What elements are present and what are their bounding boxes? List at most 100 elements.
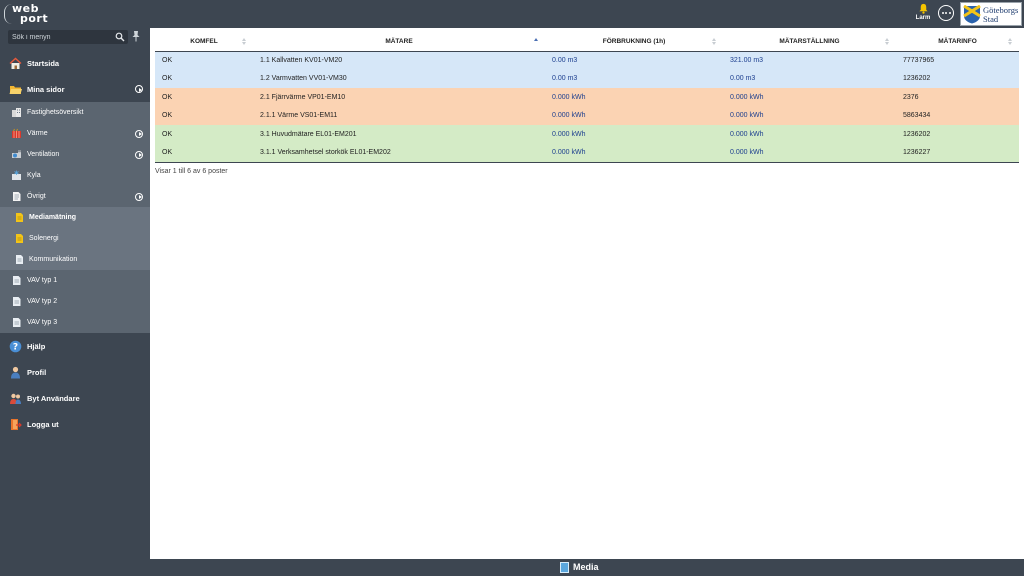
webport-logo[interactable]: web port [4, 2, 50, 26]
column-header-komfel[interactable]: KOMFEL [155, 33, 253, 52]
table-row[interactable]: OK 3.1.1 Verksamhetsel storkök EL01-EM20… [155, 143, 1019, 163]
cell-komfel: OK [162, 93, 173, 101]
cell-komfel: OK [155, 143, 253, 163]
page-icon [13, 297, 21, 306]
sidebar-item-label: Kyla [27, 172, 41, 179]
sidebar-item-label: Logga ut [27, 419, 59, 429]
table-row[interactable]: OK 1.1 Kallvatten KV01-VM20 0.00 m3 321.… [155, 51, 1019, 70]
sidebar: Startsida Mina sidor Fastighetsöversikt [0, 28, 150, 576]
column-header-matarinfo[interactable]: MÄTARINFO [896, 33, 1019, 52]
cell-matarinfo: 5863434 [903, 112, 931, 120]
sidebar-item-byt-anvandare[interactable]: Byt Användare [0, 385, 150, 411]
column-header-matarstallning[interactable]: MÄTARSTÄLLNING [723, 33, 896, 52]
page-title: Media [573, 562, 599, 572]
menu-search [8, 30, 128, 44]
organization-logo: Göteborgs Stad [960, 2, 1022, 26]
sidebar-item-hjalp[interactable]: ? Hjälp [0, 333, 150, 359]
sidebar-item-varme[interactable]: Värme [0, 123, 150, 144]
user-icon [11, 366, 20, 378]
cell-forbrukning: 0.000 kWh [545, 143, 723, 163]
cell-matarstallning: 0.000 kWh [730, 130, 764, 138]
expand-arrow-icon[interactable] [135, 85, 143, 93]
sidebar-item-mina-sidor[interactable]: Mina sidor [0, 76, 150, 102]
sort-icon[interactable] [712, 38, 717, 46]
ventilation-icon [12, 150, 21, 158]
sidebar-item-startsida[interactable]: Startsida [0, 50, 150, 76]
search-icon[interactable] [115, 32, 125, 42]
sidebar-item-vav-typ-3[interactable]: VAV typ 3 [0, 312, 150, 333]
sort-icon[interactable] [885, 38, 890, 46]
sidebar-item-profil[interactable]: Profil [0, 359, 150, 385]
sidebar-item-ovrigt[interactable]: Övrigt [0, 186, 150, 207]
table-row[interactable]: OK 1.2 Varmvatten VV01-VM30 0.00 m3 0.00… [155, 69, 1019, 88]
column-header-matare[interactable]: MÄTARE [253, 33, 545, 52]
sidebar-item-logga-ut[interactable]: Logga ut [0, 411, 150, 437]
media-table: KOMFEL MÄTARE FÖRBRUKNING (1h) MÄTARSTÄL… [155, 33, 1019, 163]
cell-matare: 1.2 Varmvatten VV01-VM30 [260, 75, 347, 83]
sort-ascending-icon[interactable] [534, 38, 539, 46]
sidebar-item-fastighetsoversikt[interactable]: Fastighetsöversikt [0, 102, 150, 123]
page-icon [13, 318, 21, 327]
alarm-label: Larm [915, 15, 931, 21]
more-options-icon[interactable] [938, 5, 954, 21]
building-icon [12, 108, 21, 117]
folder-icon [9, 85, 22, 94]
sidebar-item-solenergi[interactable]: Solenergi [0, 228, 150, 249]
cell-komfel: OK [162, 112, 173, 120]
sidebar-item-label: Övrigt [27, 193, 46, 200]
expand-arrow-icon[interactable] [135, 129, 143, 138]
sidebar-item-label: Kommunikation [29, 256, 78, 263]
sidebar-item-vav-typ-1[interactable]: VAV typ 1 [0, 270, 150, 291]
help-icon: ? [9, 340, 22, 352]
logo-arc [4, 4, 12, 24]
sort-icon[interactable] [242, 38, 247, 46]
media-page-icon [560, 562, 569, 573]
cell-matarinfo: 1236202 [903, 75, 931, 83]
sidebar-item-ventilation[interactable]: Ventilation [0, 144, 150, 165]
sidebar-item-label: Startsida [27, 58, 60, 68]
pin-icon[interactable] [131, 30, 141, 42]
logo-text-port: port [20, 12, 49, 25]
sidebar-item-label: Mediamätning [29, 214, 77, 221]
organization-name: Göteborgs Stad [983, 5, 1019, 24]
top-bar: web port Larm Göteborgs Stad [0, 0, 1024, 28]
cell-matare: 1.1 Kallvatten KV01-VM20 [260, 57, 343, 64]
table-row[interactable]: OK 2.1.1 Värme VS01-EM11 0.000 kWh 0.000… [155, 106, 1019, 125]
cell-matarstallning: 321.00 m3 [730, 57, 764, 64]
sidebar-item-label: VAV typ 1 [27, 277, 58, 284]
sidebar-item-kyla[interactable]: Kyla [0, 165, 150, 186]
expand-arrow-icon[interactable] [135, 192, 143, 201]
cell-matarinfo: 1236202 [903, 130, 931, 138]
sidebar-item-vav-typ-2[interactable]: VAV typ 2 [0, 291, 150, 312]
sidebar-item-kommunikation[interactable]: Kommunikation [0, 249, 150, 270]
alarm-button[interactable]: Larm [913, 3, 933, 25]
table-row[interactable]: OK 3.1 Huvudmätare EL01-EM201 0.000 kWh … [155, 125, 1019, 144]
footer-bar: Media [0, 559, 1024, 576]
cell-komfel: OK [162, 75, 173, 83]
sort-icon[interactable] [1008, 38, 1013, 46]
sidebar-item-mediamatning[interactable]: Mediamätning [0, 207, 150, 228]
menu-search-input[interactable] [12, 31, 112, 43]
expand-arrow-icon[interactable] [135, 150, 143, 159]
cell-forbrukning: 0.00 m3 [552, 75, 578, 83]
page-icon [13, 276, 21, 285]
cell-forbrukning: 0.00 m3 [552, 57, 578, 64]
sidebar-item-label: Värme [27, 130, 48, 137]
table-row[interactable]: OK 2.1 Fjärrvärme VP01-EM10 0.000 kWh 0.… [155, 88, 1019, 107]
cell-matarstallning: 0.00 m3 [730, 75, 756, 83]
cell-matarstallning: 0.000 kWh [730, 93, 764, 101]
switch-user-icon [10, 393, 21, 404]
page-icon [16, 234, 23, 243]
page-icon [16, 255, 23, 264]
sidebar-item-label: VAV typ 2 [27, 298, 58, 305]
sidebar-item-label: VAV typ 3 [27, 319, 58, 326]
cell-matare: 3.1 Huvudmätare EL01-EM201 [260, 130, 357, 138]
cell-matarinfo: 1236227 [896, 143, 1019, 163]
sidebar-item-label: Ventilation [27, 151, 60, 158]
column-header-forbrukning[interactable]: FÖRBRUKNING (1h) [545, 33, 723, 52]
main-content: KOMFEL MÄTARE FÖRBRUKNING (1h) MÄTARSTÄL… [150, 28, 1024, 559]
cell-komfel: OK [162, 57, 173, 64]
cell-matarinfo: 77737965 [903, 57, 935, 64]
mina-sidor-submenu: Fastighetsöversikt Värme Ventilation Kyl… [0, 102, 150, 333]
cell-matarstallning: 0.000 kWh [723, 143, 896, 163]
